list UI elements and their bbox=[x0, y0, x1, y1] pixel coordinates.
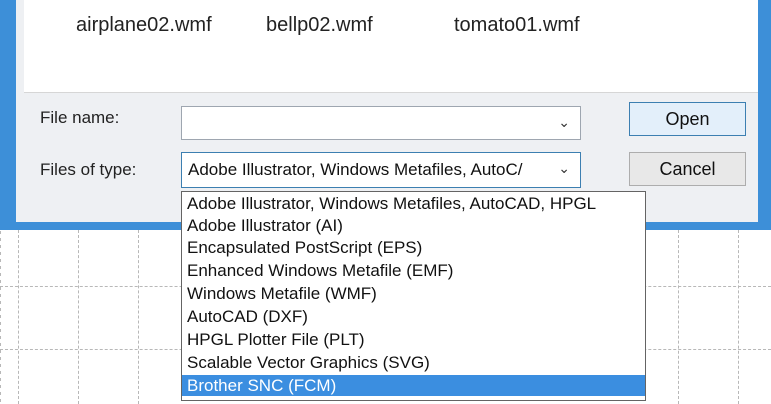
grid-line bbox=[18, 230, 19, 404]
chevron-down-icon[interactable]: ⌄ bbox=[558, 160, 570, 177]
file-name-label: File name: bbox=[40, 108, 120, 127]
file-item[interactable]: tomato01.wmf bbox=[454, 14, 580, 37]
file-item[interactable]: bellp02.wmf bbox=[266, 14, 373, 37]
grid-line bbox=[738, 230, 739, 404]
dropdown-option[interactable]: Windows Metafile (WMF) bbox=[182, 283, 645, 304]
cancel-button[interactable]: Cancel bbox=[629, 152, 746, 186]
grid-line bbox=[678, 230, 679, 404]
files-of-type-value: Adobe Illustrator, Windows Metafiles, Au… bbox=[188, 160, 523, 179]
dropdown-option[interactable]: Adobe Illustrator (AI) bbox=[182, 215, 645, 236]
open-button[interactable]: Open bbox=[629, 102, 746, 136]
files-of-type-select[interactable]: Adobe Illustrator, Windows Metafiles, Au… bbox=[181, 152, 581, 188]
dropdown-option[interactable]: Adobe Illustrator, Windows Metafiles, Au… bbox=[182, 193, 645, 214]
dropdown-option[interactable]: Enhanced Windows Metafile (EMF) bbox=[182, 260, 645, 281]
dropdown-option[interactable]: AutoCAD (DXF) bbox=[182, 306, 645, 327]
file-list[interactable]: airplane02.wmf bellp02.wmf tomato01.wmf … bbox=[24, 0, 771, 93]
grid-line bbox=[78, 230, 79, 404]
dropdown-option[interactable]: Scalable Vector Graphics (SVG) bbox=[182, 352, 645, 373]
chevron-down-icon[interactable]: ⌄ bbox=[558, 114, 570, 131]
dropdown-option[interactable]: HPGL Plotter File (PLT) bbox=[182, 329, 645, 350]
dropdown-option[interactable]: Encapsulated PostScript (EPS) bbox=[182, 237, 645, 258]
file-item[interactable]: airplane02.wmf bbox=[76, 14, 212, 37]
dropdown-option-selected[interactable]: Brother SNC (FCM) bbox=[182, 375, 645, 396]
files-of-type-label: Files of type: bbox=[40, 160, 137, 179]
grid-line bbox=[138, 230, 139, 404]
file-name-input[interactable]: ⌄ bbox=[181, 106, 581, 140]
file-type-dropdown: Adobe Illustrator, Windows Metafiles, Au… bbox=[181, 191, 646, 401]
